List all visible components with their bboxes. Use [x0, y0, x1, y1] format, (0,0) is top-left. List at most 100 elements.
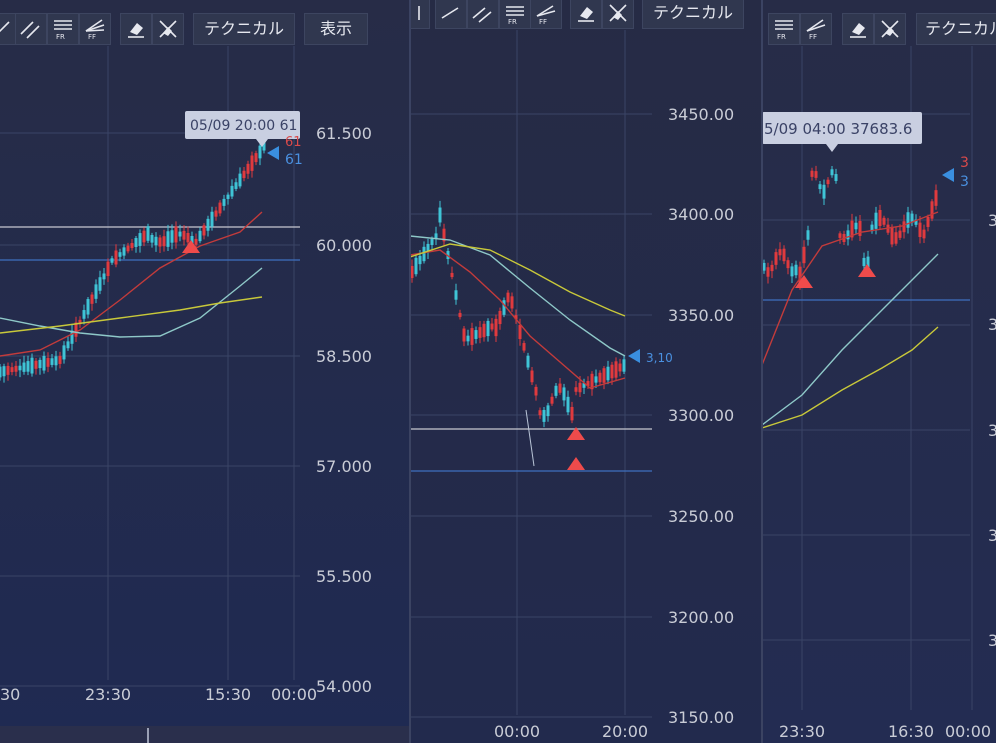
display-button[interactable]: 表示	[304, 13, 368, 45]
candle	[202, 225, 206, 236]
candle	[522, 343, 526, 351]
candle	[474, 330, 478, 339]
candle	[570, 406, 574, 421]
candle	[466, 335, 470, 342]
y-axis-tick: 57.000	[316, 457, 372, 476]
technical-button[interactable]: テクニカル	[193, 13, 295, 45]
technical-button[interactable]: テクニカル	[916, 13, 996, 45]
panel-divider[interactable]	[409, 0, 411, 743]
parallel-lines-icon[interactable]	[15, 13, 47, 45]
price-tag-marker	[628, 349, 640, 363]
candle	[430, 238, 434, 246]
price-tag: 61	[285, 152, 303, 168]
chart-3[interactable]: 5/09 04:00 37683.6 3 3 3 3 3 3 3 23:30 16:30 00:00	[762, 0, 996, 743]
eraser-icon[interactable]	[842, 13, 874, 45]
price-tag-marker	[267, 146, 279, 160]
svg-text:FF: FF	[539, 18, 547, 26]
candle	[50, 358, 54, 365]
candle	[538, 410, 542, 416]
toolbar-3: FR FF テクニカル	[762, 0, 996, 46]
candle	[118, 252, 122, 257]
tooltip-pointer	[256, 139, 268, 147]
x-axis-tick: 30	[0, 685, 20, 704]
candle	[2, 366, 6, 377]
technical-button[interactable]: テクニカル	[642, 0, 744, 29]
x-axis-tick: 23:30	[779, 722, 825, 741]
candle	[890, 226, 894, 245]
candle	[930, 201, 934, 219]
candle	[622, 359, 626, 372]
candle	[906, 212, 910, 228]
candle	[106, 261, 110, 277]
candle	[162, 236, 166, 247]
x-axis-tick: 15:30	[205, 685, 251, 704]
trend-line-icon[interactable]	[435, 0, 467, 29]
candle	[146, 226, 150, 241]
candle	[82, 310, 86, 319]
y-axis-tick: 3400.00	[668, 205, 734, 224]
parallel-lines-icon[interactable]	[467, 0, 499, 29]
x-axis-tick: 00:00	[271, 685, 317, 704]
fib-retracement-icon[interactable]: FR	[47, 13, 79, 45]
candle	[98, 277, 102, 291]
clear-all-icon[interactable]	[602, 0, 634, 29]
candle	[114, 250, 118, 265]
y-axis-tick: 3450.00	[668, 105, 734, 124]
candle	[506, 292, 510, 303]
candle	[38, 359, 42, 369]
fib-fan-icon[interactable]: FF	[79, 13, 111, 45]
y-axis-tick: 58.500	[316, 347, 372, 366]
chart-panel-2: 3,10 3450.00 3400.00 3350.00 3300.00 3250.00 3…	[410, 0, 762, 743]
candle	[810, 170, 814, 177]
candle	[450, 272, 454, 278]
candle	[838, 233, 842, 238]
candle	[818, 184, 822, 190]
candle	[418, 255, 422, 265]
candle	[210, 211, 214, 227]
candle	[562, 387, 566, 401]
candle	[130, 242, 134, 249]
candle	[814, 171, 818, 178]
candle	[566, 396, 570, 413]
chart-1[interactable]: 05/09 20:00 61616161.50060.00058.50057.0…	[0, 0, 410, 743]
fib-retracement-icon[interactable]: FR	[499, 0, 531, 29]
candle	[470, 328, 474, 345]
candle	[66, 341, 70, 349]
tooltip-text: 05/09 20:00 61	[190, 118, 297, 134]
panel-divider[interactable]	[761, 0, 763, 743]
y-axis-tick: 3	[988, 421, 996, 440]
candle	[614, 361, 618, 378]
candle	[830, 169, 834, 176]
eraser-icon[interactable]	[120, 13, 152, 45]
candle	[902, 221, 906, 233]
candle	[438, 207, 442, 223]
x-axis-tick: 23:30	[85, 685, 131, 704]
candle	[462, 328, 466, 342]
candle	[54, 356, 58, 366]
candle	[206, 218, 210, 231]
candle	[834, 174, 838, 181]
clear-all-icon[interactable]	[152, 13, 184, 45]
clear-all-icon[interactable]	[874, 13, 906, 45]
y-axis-tick: 60.000	[316, 236, 372, 255]
candle	[62, 345, 66, 360]
candle	[246, 163, 250, 174]
fib-retracement-icon[interactable]: FR	[768, 13, 800, 45]
candle	[138, 233, 142, 246]
y-axis-tick: 61.500	[316, 124, 372, 143]
moving-average-mid	[762, 253, 939, 426]
y-axis-tick: 3350.00	[668, 306, 734, 325]
chart-2[interactable]: 3,10 3450.00 3400.00 3350.00 3300.00 3250.00 3…	[410, 0, 762, 743]
y-axis-tick: 3150.00	[668, 708, 734, 727]
fib-fan-icon[interactable]: FF	[530, 0, 562, 29]
eraser-icon[interactable]	[570, 0, 602, 29]
toolbar-2: FR FF テクニカル	[410, 0, 762, 46]
candle	[178, 231, 182, 237]
candle	[166, 231, 170, 247]
y-axis-tick: 54.000	[316, 677, 372, 696]
y-axis-tick: 3	[988, 211, 996, 230]
candle	[898, 230, 902, 238]
candle	[794, 264, 798, 276]
fib-fan-icon[interactable]: FF	[800, 13, 832, 45]
cursor-icon[interactable]	[410, 0, 430, 29]
